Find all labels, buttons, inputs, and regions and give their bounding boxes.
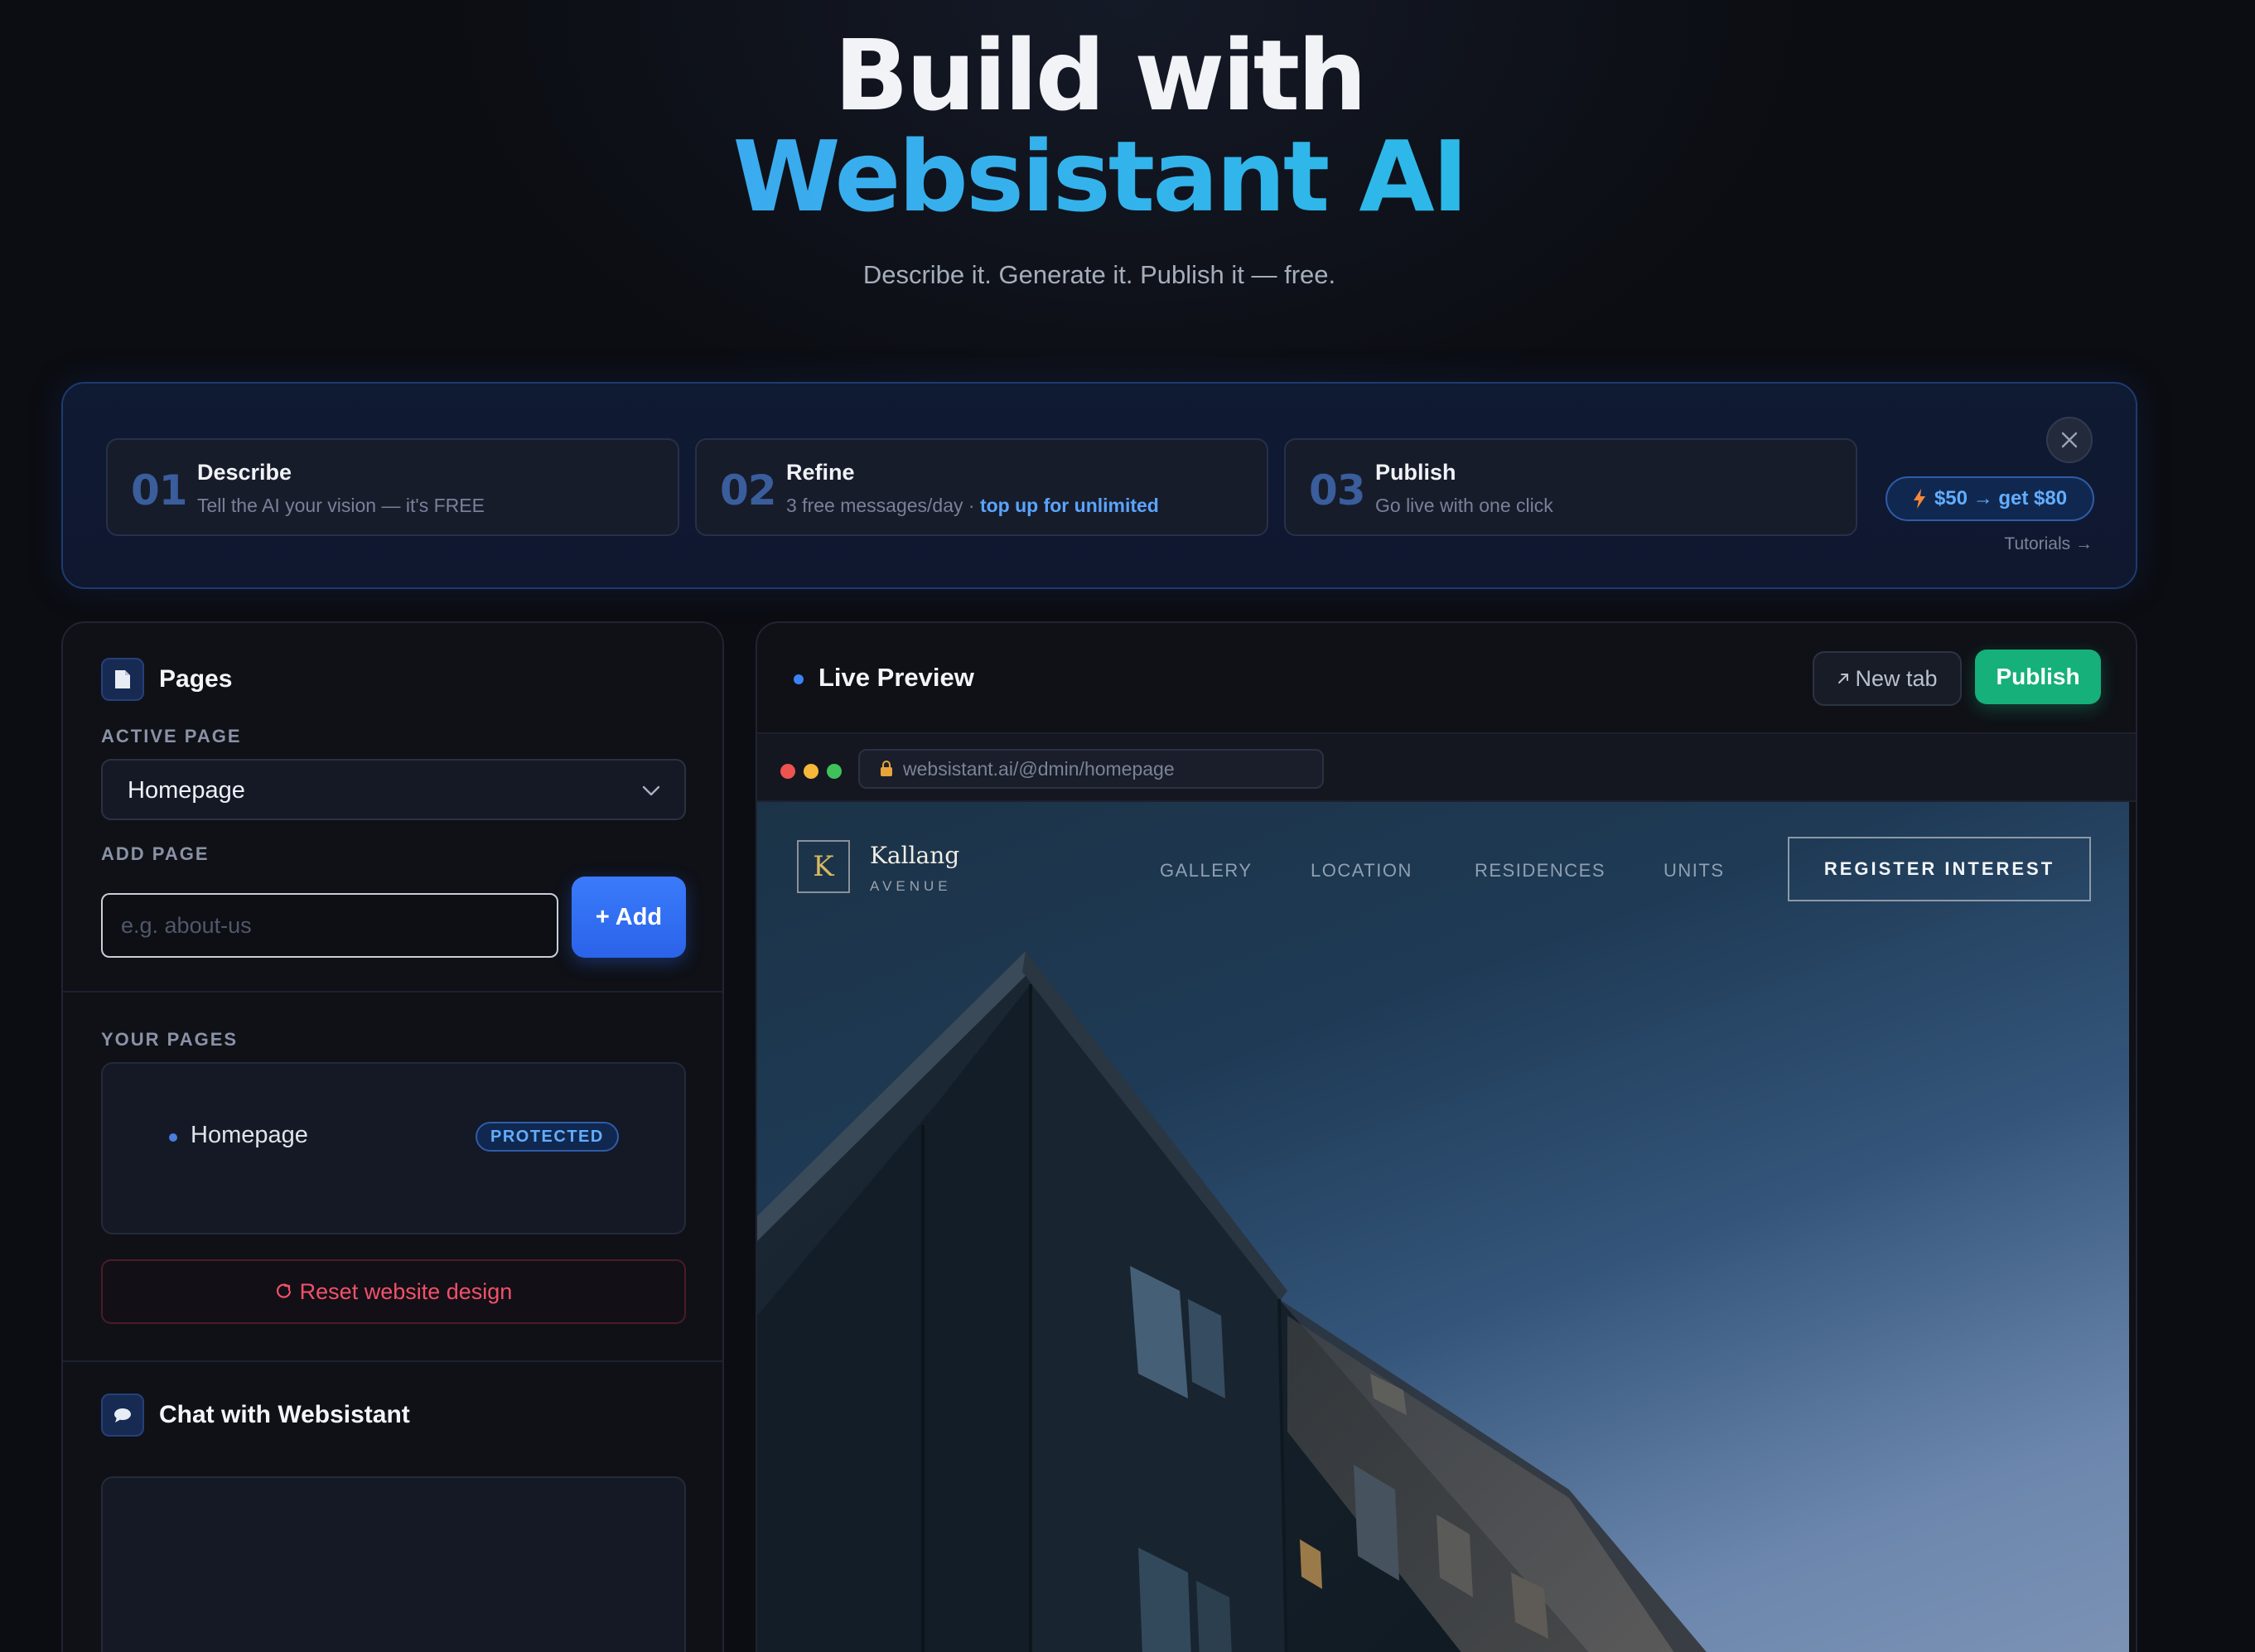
window-minimize-dot: [804, 764, 818, 779]
add-page-label: ADD PAGE: [101, 843, 210, 864]
step-publish: 03 Publish Go live with one click: [1284, 438, 1857, 536]
chevron-down-icon: [642, 785, 660, 796]
close-icon: [2061, 432, 2078, 448]
hero-title-line1: Build with: [833, 18, 1367, 133]
page-name: Homepage: [191, 1122, 308, 1148]
pages-list: Homepage PROTECTED: [101, 1062, 686, 1234]
live-indicator-dot: [794, 674, 804, 684]
reset-label: Reset website design: [299, 1278, 513, 1304]
top-up-link[interactable]: top up for unlimited: [980, 495, 1159, 516]
document-icon: [101, 658, 144, 701]
step-number: 02: [720, 466, 777, 514]
active-page-label: ACTIVE PAGE: [101, 726, 242, 746]
url-bar[interactable]: websistant.ai/@dmin/homepage: [858, 749, 1324, 789]
site-nav-gallery[interactable]: GALLERY: [1160, 860, 1253, 882]
brand-subtitle: AVENUE: [870, 878, 952, 894]
hero-title-line2: Websistant AI: [0, 125, 2199, 229]
open-new-tab-button[interactable]: New tab: [1813, 651, 1962, 706]
window-maximize-dot: [827, 764, 842, 779]
step-description: Go live with one click: [1375, 495, 1553, 516]
step-number: 03: [1309, 466, 1366, 514]
chat-title: Chat with Websistant: [159, 1401, 410, 1428]
chat-bubble-icon: [101, 1394, 144, 1437]
site-nav-location[interactable]: LOCATION: [1311, 860, 1412, 882]
website-preview[interactable]: K Kallang AVENUE GALLERY LOCATION RESIDE…: [757, 802, 2129, 1652]
your-pages-label: YOUR PAGES: [101, 1029, 239, 1050]
live-preview-title: Live Preview: [818, 663, 974, 692]
add-page-button[interactable]: + Add: [572, 877, 686, 958]
pages-header: Pages: [101, 658, 232, 701]
lightning-icon: [1913, 489, 1925, 509]
step-title: Describe: [197, 460, 292, 485]
step-description: Tell the AI your vision — it's FREE: [197, 495, 485, 516]
divider: [63, 991, 722, 993]
step-title: Publish: [1375, 460, 1456, 485]
chat-header: Chat with Websistant: [101, 1394, 410, 1437]
hero-subtitle: Describe it. Generate it. Publish it — f…: [862, 260, 1336, 289]
live-preview-panel: Live Preview New tab Publish websistant.…: [756, 621, 2137, 1652]
browser-chrome: websistant.ai/@dmin/homepage: [757, 732, 2136, 802]
step-description: 3 free messages/day · top up for unlimit…: [786, 495, 1159, 516]
brand-logo[interactable]: K: [797, 840, 850, 893]
add-page-field[interactable]: [101, 893, 558, 958]
promo-topup-button[interactable]: $50 → get $80: [1886, 476, 2094, 521]
protected-badge: PROTECTED: [476, 1122, 619, 1152]
register-interest-button[interactable]: REGISTER INTEREST: [1788, 837, 2091, 901]
reset-design-button[interactable]: Reset website design: [101, 1259, 686, 1324]
close-steps-button[interactable]: [2046, 417, 2093, 463]
site-nav-residences[interactable]: RESIDENCES: [1475, 860, 1606, 882]
site-nav-units[interactable]: UNITS: [1663, 860, 1725, 882]
tutorials-link[interactable]: Tutorials →: [2004, 534, 2093, 554]
url-text: websistant.ai/@dmin/homepage: [903, 757, 1175, 780]
new-tab-label: New tab: [1855, 665, 1938, 691]
active-page-value: Homepage: [128, 777, 245, 804]
step-refine: 02 Refine 3 free messages/day · top up f…: [695, 438, 1268, 536]
publish-button[interactable]: Publish: [1975, 650, 2101, 704]
page-bullet: [169, 1133, 177, 1142]
onboarding-steps-panel: 01 Describe Tell the AI your vision — it…: [61, 382, 2137, 589]
step-number: 01: [131, 466, 188, 514]
building-hero-image: [757, 951, 1707, 1652]
promo-label: $50 → get $80: [1934, 487, 2068, 510]
lock-icon: [881, 761, 892, 776]
active-page-select[interactable]: Homepage: [101, 759, 686, 820]
pages-title: Pages: [159, 665, 233, 693]
reset-icon: [276, 1283, 291, 1298]
brand-name: Kallang: [870, 842, 960, 869]
divider: [63, 1360, 722, 1362]
window-close-dot: [780, 764, 795, 779]
step-describe: 01 Describe Tell the AI your vision — it…: [106, 438, 679, 536]
external-arrow-icon: [1838, 674, 1849, 684]
pages-sidebar: Pages ACTIVE PAGE Homepage ADD PAGE + Ad…: [61, 621, 724, 1652]
step-title: Refine: [786, 460, 855, 485]
chat-messages-area[interactable]: [101, 1476, 686, 1652]
add-page-input[interactable]: [103, 895, 557, 956]
